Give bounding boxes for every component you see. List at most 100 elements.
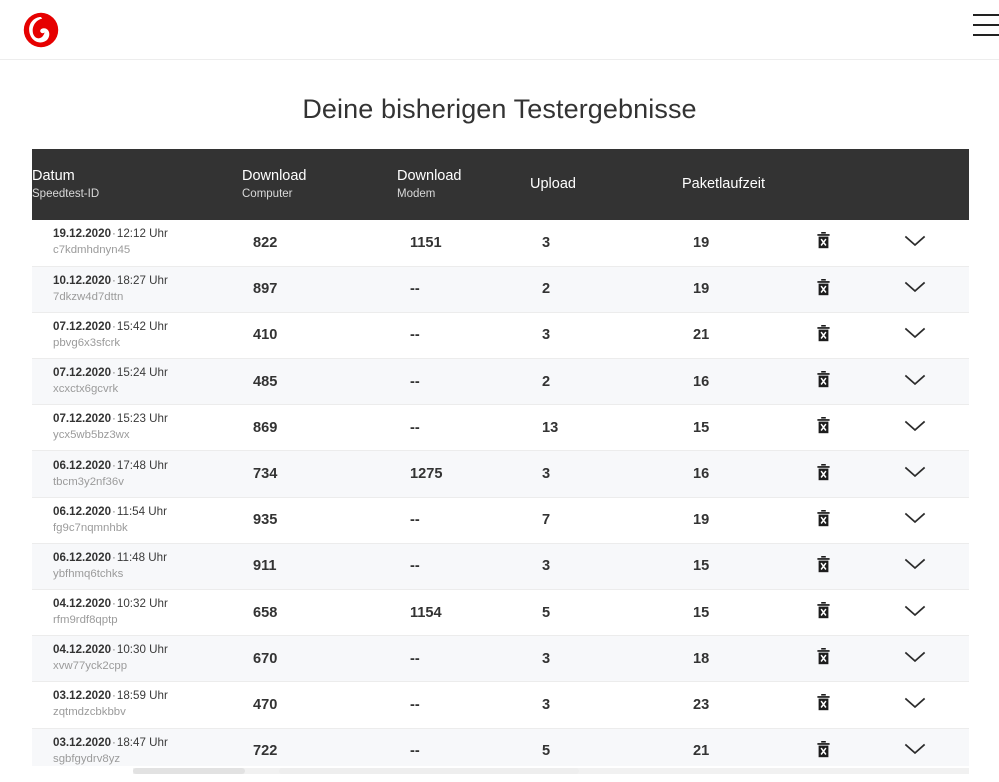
- table-row[interactable]: 04.12.2020·10:30 Uhr xvw77yck2cpp 670 -- 3 18: [32, 635, 969, 683]
- cell-expand: [885, 312, 969, 360]
- table-row[interactable]: 07.12.2020·15:42 Uhr pbvg6x3sfcrk 410 -- 3 21: [32, 312, 969, 360]
- hamburger-bar-2: [973, 24, 999, 26]
- cell-download-modem: --: [397, 266, 530, 313]
- row-date-value: 04.12.2020: [53, 597, 112, 611]
- delete-row-button[interactable]: [816, 602, 831, 619]
- cell-paketlaufzeit: 19: [682, 266, 800, 313]
- expand-row-button[interactable]: [904, 604, 926, 618]
- cell-paketlaufzeit: 16: [682, 450, 800, 498]
- delete-row-button[interactable]: [816, 324, 831, 342]
- expand-row-button[interactable]: [904, 326, 926, 340]
- expand-row-button[interactable]: [904, 511, 926, 525]
- cell-expand: [885, 635, 969, 683]
- trash-delete-icon: [817, 324, 830, 342]
- table-row[interactable]: 07.12.2020·15:24 Uhr xcxctx6gcvrk 485 -- 2 16: [32, 358, 969, 406]
- cell-datum: 03.12.2020·18:59 Uhr zqtmdzcbkbbv: [32, 681, 242, 729]
- scrollbar-thumb-secondary[interactable]: [279, 767, 579, 774]
- row-speedtest-id: tbcm3y2nf36v: [53, 475, 124, 488]
- cell-expand: [885, 450, 969, 498]
- delete-row-button[interactable]: [816, 694, 831, 711]
- delete-row-button[interactable]: [816, 371, 831, 388]
- cell-upload: 13: [530, 404, 682, 452]
- cell-paketlaufzeit: 18: [682, 635, 800, 683]
- row-time-value: 15:24 Uhr: [116, 366, 168, 380]
- expand-row-button[interactable]: [904, 234, 926, 248]
- delete-row-button[interactable]: [816, 232, 831, 249]
- row-speedtest-id: xcxctx6gcvrk: [53, 383, 119, 396]
- vodafone-logo[interactable]: [22, 11, 60, 49]
- cell-paketlaufzeit: 16: [682, 358, 800, 406]
- expand-row-button[interactable]: [904, 280, 926, 294]
- table-row[interactable]: 06.12.2020·11:48 Uhr ybfhmq6tchks 911 -- 3 15: [32, 543, 969, 591]
- delete-row-button[interactable]: [816, 740, 831, 758]
- cell-download-modem: 1154: [397, 589, 530, 637]
- expand-row-button[interactable]: [904, 419, 926, 433]
- cell-upload: 3: [530, 543, 682, 591]
- results-table: Datum Speedtest-ID Download Computer Dow…: [32, 149, 969, 775]
- column-header-download-modem: Download Modem: [397, 149, 530, 220]
- table-header-row: Datum Speedtest-ID Download Computer Dow…: [32, 149, 969, 220]
- expand-row-button[interactable]: [904, 742, 926, 756]
- chevron-down-icon: [904, 513, 926, 524]
- row-speedtest-id: sgbfgydrv8yz: [53, 752, 121, 765]
- cell-paketlaufzeit: 21: [682, 312, 800, 360]
- table-row[interactable]: 10.12.2020·18:27 Uhr 7dkzw4d7dttn 897 -- 2 19: [32, 266, 969, 313]
- delete-row-button[interactable]: [816, 463, 831, 481]
- delete-row-button[interactable]: [816, 417, 831, 434]
- table-row[interactable]: 07.12.2020·15:23 Uhr ycx5wb5bz3wx 869 -- 13 1…: [32, 404, 969, 452]
- trash-delete-icon: [817, 463, 830, 480]
- row-speedtest-id: ybfhmq6tchks: [53, 567, 124, 580]
- cell-paketlaufzeit: 15: [682, 543, 800, 591]
- cell-expand: [885, 220, 969, 267]
- row-date: 03.12.2020·18:47 Uhr: [53, 736, 242, 750]
- table-row[interactable]: 06.12.2020·17:48 Uhr tbcm3y2nf36v 734 1275 3…: [32, 450, 969, 498]
- chevron-down-icon: [904, 605, 926, 616]
- table-row[interactable]: 03.12.2020·18:59 Uhr zqtmdzcbkbbv 470 -- 3 23: [32, 681, 969, 729]
- cell-delete: [800, 266, 885, 313]
- scrollbar-thumb[interactable]: [133, 767, 245, 774]
- hamburger-menu-icon[interactable]: [973, 14, 999, 36]
- row-speedtest-id: xvw77yck2cpp: [53, 660, 128, 673]
- cell-download-modem: --: [397, 312, 530, 360]
- cell-datum: 06.12.2020·11:54 Uhr fg9c7nqmnhbk: [32, 497, 242, 544]
- row-date-value: 06.12.2020: [53, 458, 112, 472]
- horizontal-scrollbar[interactable]: [32, 765, 969, 775]
- row-date-value: 03.12.2020: [53, 735, 112, 749]
- column-header-download-modem-sublabel: Modem: [397, 188, 436, 200]
- table-row[interactable]: 04.12.2020·10:32 Uhr rfm9rdf8qptp 658 1154 5…: [32, 589, 969, 637]
- chevron-down-icon: [904, 559, 926, 570]
- delete-row-button[interactable]: [816, 648, 831, 665]
- cell-delete: [800, 635, 885, 683]
- expand-row-button[interactable]: [904, 373, 926, 387]
- expand-row-button[interactable]: [904, 696, 926, 710]
- trash-delete-icon: [817, 417, 830, 434]
- trash-delete-icon: [817, 278, 830, 295]
- row-time-value: 10:32 Uhr: [116, 597, 168, 611]
- delete-row-button[interactable]: [816, 278, 831, 296]
- cell-datum: 04.12.2020·10:32 Uhr rfm9rdf8qptp: [32, 589, 242, 637]
- delete-row-button[interactable]: [816, 555, 831, 573]
- cell-download-computer: 470: [242, 681, 397, 729]
- expand-row-button[interactable]: [904, 465, 926, 479]
- expand-row-button[interactable]: [904, 650, 926, 664]
- cell-delete: [800, 681, 885, 729]
- results-table-container: Datum Speedtest-ID Download Computer Dow…: [32, 149, 969, 775]
- table-row[interactable]: 19.12.2020·12:12 Uhr c7kdmhdnyn45 822 1151 3…: [32, 220, 969, 267]
- row-speedtest-id: ycx5wb5bz3wx: [53, 429, 130, 442]
- row-date: 03.12.2020·18:59 Uhr: [53, 689, 242, 703]
- cell-expand: [885, 543, 969, 591]
- row-time-value: 11:54 Uhr: [116, 504, 167, 518]
- row-time-value: 15:23 Uhr: [116, 412, 168, 426]
- expand-row-button[interactable]: [904, 557, 926, 571]
- delete-row-button[interactable]: [816, 509, 831, 527]
- column-header-download-computer-label: Download: [242, 168, 307, 184]
- chevron-down-icon: [904, 420, 926, 431]
- cell-delete: [800, 543, 885, 591]
- table-row[interactable]: 06.12.2020·11:54 Uhr fg9c7nqmnhbk 935 -- 7 19: [32, 497, 969, 544]
- cell-datum: 04.12.2020·10:30 Uhr xvw77yck2cpp: [32, 635, 242, 683]
- cell-download-modem: --: [397, 404, 530, 452]
- cell-delete: [800, 220, 885, 267]
- row-speedtest-id: zqtmdzcbkbbv: [53, 706, 126, 719]
- column-header-datum-label: Datum: [32, 168, 75, 184]
- chevron-down-icon: [904, 328, 926, 339]
